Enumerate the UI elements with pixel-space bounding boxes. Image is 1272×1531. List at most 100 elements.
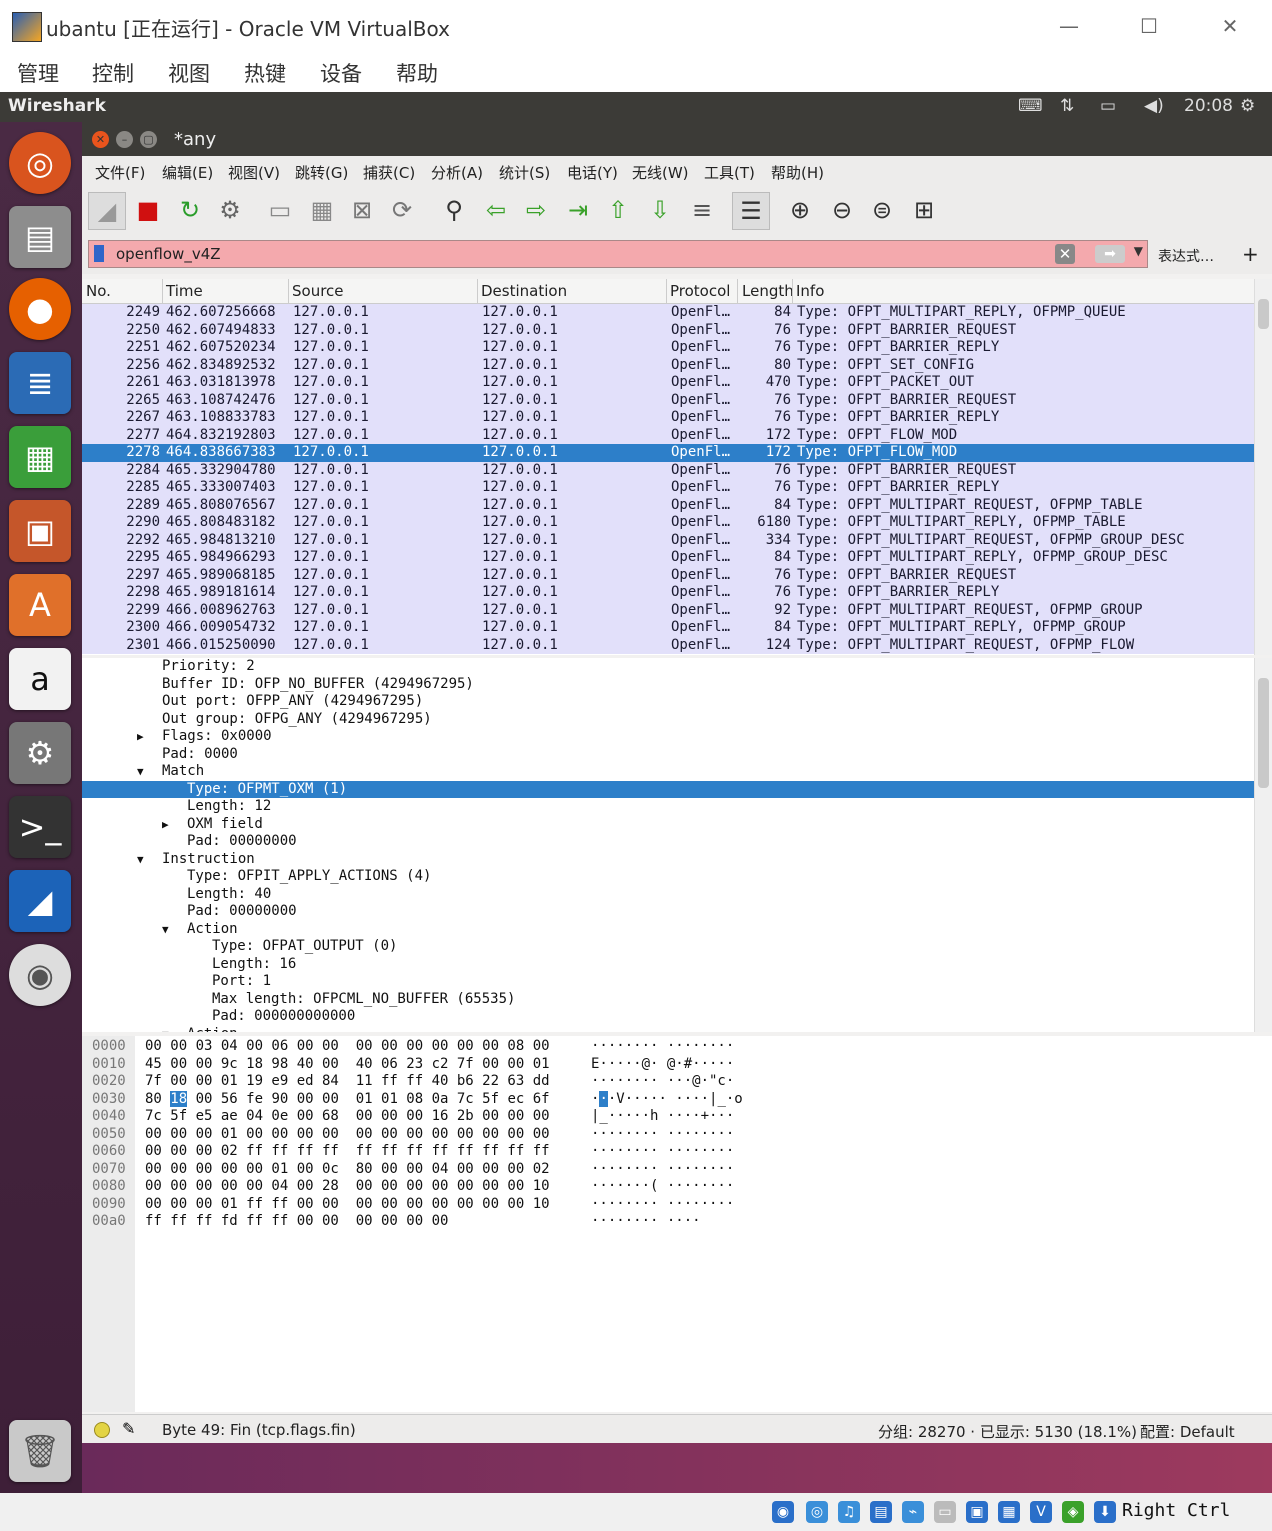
- bytes-ascii[interactable]: ·······( ········: [591, 1178, 734, 1196]
- column-protocol[interactable]: Protocol: [670, 282, 730, 300]
- ws-menu-go[interactable]: 跳转(G): [295, 162, 348, 183]
- tree-node-expandable[interactable]: ▶ OXM field: [82, 816, 1254, 834]
- ws-menu-telephony[interactable]: 电话(Y): [567, 162, 618, 183]
- tree-node[interactable]: Length: 40: [82, 886, 1254, 904]
- tree-node-expandable[interactable]: ▶ Flags: 0x0000: [82, 728, 1254, 746]
- tree-node[interactable]: Pad: 00000000: [82, 833, 1254, 851]
- bytes-hex[interactable]: 00 00 00 00 00 01 00 0c 80 00 00 04 00 0…: [145, 1161, 550, 1179]
- table-row[interactable]: 2301 466.015250090 127.0.0.1 127.0.0.1 OpenF…: [82, 636, 1254, 654]
- go-to-packet-icon[interactable]: ⇥: [560, 192, 596, 228]
- collapse-arrow-icon[interactable]: ▼: [162, 921, 169, 939]
- table-row[interactable]: 2295 465.984966293 127.0.0.1 127.0.0.1 OpenF…: [82, 549, 1254, 567]
- menu-help[interactable]: 帮助: [396, 58, 438, 88]
- table-row[interactable]: 2300 466.009054732 127.0.0.1 127.0.0.1 OpenF…: [82, 619, 1254, 637]
- table-row[interactable]: 2297 465.989068185 127.0.0.1 127.0.0.1 OpenF…: [82, 566, 1254, 584]
- column-destination[interactable]: Destination: [481, 282, 567, 300]
- menu-view[interactable]: 视图: [168, 58, 210, 88]
- bytes-hex[interactable]: 00 00 00 00 00 04 00 28 00 00 00 00 00 0…: [145, 1178, 550, 1196]
- clock[interactable]: 20:08: [1184, 96, 1233, 116]
- table-row[interactable]: 2277 464.832192803 127.0.0.1 127.0.0.1 OpenF…: [82, 426, 1254, 444]
- tree-node[interactable]: Type: OFPMT_OXM (1): [82, 780, 1254, 798]
- tree-node[interactable]: Pad: 000000000000: [82, 1008, 1254, 1026]
- mouse-integration-icon[interactable]: ◈: [1062, 1501, 1084, 1523]
- tree-node[interactable]: Type: OFPAT_OUTPUT (0): [82, 938, 1254, 956]
- find-packet-icon[interactable]: ⚲: [436, 192, 472, 228]
- volume-icon[interactable]: ◀): [1144, 96, 1164, 116]
- bytes-ascii[interactable]: ········ ········: [591, 1143, 734, 1161]
- terminal-icon[interactable]: >_: [9, 796, 71, 858]
- ws-menu-edit[interactable]: 编辑(E): [162, 162, 213, 183]
- tree-node[interactable]: Buffer ID: OFP_NO_BUFFER (4294967295): [82, 676, 1254, 694]
- tree-node-expandable[interactable]: ▼ Action: [82, 921, 1254, 939]
- ws-minimize-button[interactable]: –: [116, 131, 133, 148]
- save-file-icon[interactable]: ▦: [304, 192, 340, 228]
- zoom-out-icon[interactable]: ⊖: [824, 192, 860, 228]
- files-icon[interactable]: ▤: [9, 206, 71, 268]
- usb-icon[interactable]: ⌁: [902, 1501, 924, 1523]
- column-no[interactable]: No.: [86, 282, 111, 300]
- ws-menu-statistics[interactable]: 统计(S): [499, 162, 550, 183]
- settings-icon[interactable]: ⚙: [1240, 96, 1255, 116]
- firefox-icon[interactable]: ●: [9, 278, 71, 340]
- calc-icon[interactable]: ▦: [9, 426, 71, 488]
- table-row[interactable]: 2251 462.607520234 127.0.0.1 127.0.0.1 OpenF…: [82, 339, 1254, 357]
- table-row[interactable]: 2285 465.333007403 127.0.0.1 127.0.0.1 OpenF…: [82, 479, 1254, 497]
- bytes-hex[interactable]: 00 00 00 01 00 00 00 00 00 00 00 00 00 0…: [145, 1126, 550, 1144]
- minimize-button[interactable]: —: [1056, 14, 1082, 38]
- go-forward-icon[interactable]: ⇨: [518, 192, 554, 228]
- bytes-ascii[interactable]: ···V····· ····|_·o: [591, 1090, 743, 1109]
- bytes-hex[interactable]: 45 00 00 9c 18 98 40 00 40 06 23 c2 7f 0…: [145, 1056, 550, 1074]
- table-row[interactable]: 2267 463.108833783 127.0.0.1 127.0.0.1 OpenF…: [82, 409, 1254, 427]
- ws-menu-file[interactable]: 文件(F): [95, 162, 145, 183]
- bytes-ascii[interactable]: ········ ····: [591, 1213, 701, 1231]
- optical-drive-icon[interactable]: ◎: [806, 1501, 828, 1523]
- tree-node-expandable[interactable]: ▼ Instruction: [82, 851, 1254, 869]
- system-settings-icon[interactable]: ⚙: [9, 722, 71, 784]
- tree-node[interactable]: Out port: OFPP_ANY (4294967295): [82, 693, 1254, 711]
- autoscroll-icon[interactable]: ≡: [684, 192, 720, 228]
- go-back-icon[interactable]: ⇦: [478, 192, 514, 228]
- bytes-ascii[interactable]: ········ ········: [591, 1038, 734, 1056]
- tree-node[interactable]: Max length: OFPCML_NO_BUFFER (65535): [82, 991, 1254, 1009]
- table-row[interactable]: 2250 462.607494833 127.0.0.1 127.0.0.1 OpenF…: [82, 321, 1254, 339]
- writer-icon[interactable]: ≣: [9, 352, 71, 414]
- resize-columns-icon[interactable]: ⊞: [906, 192, 942, 228]
- expert-info-icon[interactable]: [94, 1422, 110, 1438]
- ws-maximize-button[interactable]: ▢: [140, 131, 157, 148]
- bytes-hex[interactable]: 00 00 00 01 ff ff 00 00 00 00 00 00 00 0…: [145, 1196, 550, 1214]
- profile-status[interactable]: 配置: Default: [1140, 1421, 1235, 1442]
- video-capture-icon[interactable]: ▦: [998, 1501, 1020, 1523]
- details-scrollbar[interactable]: [1254, 658, 1272, 1032]
- bytes-ascii[interactable]: E·····@· @·#·····: [591, 1056, 734, 1074]
- open-file-icon[interactable]: ▭: [262, 192, 298, 228]
- bytes-ascii[interactable]: ········ ········: [591, 1196, 734, 1214]
- battery-icon[interactable]: ▭: [1100, 96, 1116, 116]
- tree-node-expandable[interactable]: ▼ Action: [82, 1026, 1254, 1033]
- display-filter-input[interactable]: openflow_v4Z ✕ ➡ ▼: [88, 240, 1148, 268]
- tree-node[interactable]: Port: 1: [82, 973, 1254, 991]
- capture-options-icon[interactable]: ⚙: [212, 192, 248, 228]
- bytes-hex[interactable]: 00 00 00 02 ff ff ff ff ff ff ff ff ff f…: [145, 1143, 550, 1161]
- expand-arrow-icon[interactable]: ▶: [162, 816, 169, 834]
- table-row[interactable]: 2265 463.108742476 127.0.0.1 127.0.0.1 OpenF…: [82, 391, 1254, 409]
- column-info[interactable]: Info: [796, 282, 824, 300]
- packet-list-scrollbar[interactable]: [1254, 279, 1272, 655]
- bytes-hex[interactable]: 7c 5f e5 ae 04 0e 00 68 00 00 00 16 2b 0…: [145, 1108, 550, 1126]
- table-row-selected[interactable]: 2278 464.838667383 127.0.0.1 127.0.0.1 OpenF…: [82, 444, 1254, 462]
- tree-node[interactable]: Priority: 2: [82, 658, 1254, 676]
- ws-menu-help[interactable]: 帮助(H): [771, 162, 824, 183]
- bytes-hex[interactable]: 7f 00 00 01 19 e9 ed 84 11 ff ff 40 b6 2…: [145, 1073, 550, 1091]
- bytes-hex[interactable]: 00 00 03 04 00 06 00 00 00 00 00 00 00 0…: [145, 1038, 550, 1056]
- collapse-arrow-icon[interactable]: ▼: [137, 763, 144, 781]
- table-row[interactable]: 2292 465.984813210 127.0.0.1 127.0.0.1 OpenF…: [82, 531, 1254, 549]
- zoom-reset-icon[interactable]: ⊜: [864, 192, 900, 228]
- colorize-icon[interactable]: ☰: [732, 192, 770, 230]
- menu-control[interactable]: 控制: [92, 58, 134, 88]
- ws-menu-view[interactable]: 视图(V): [228, 162, 280, 183]
- table-row[interactable]: 2290 465.808483182 127.0.0.1 127.0.0.1 OpenF…: [82, 514, 1254, 532]
- network-adapter-icon[interactable]: ▤: [870, 1501, 892, 1523]
- tree-node[interactable]: Type: OFPIT_APPLY_ACTIONS (4): [82, 868, 1254, 886]
- expand-arrow-icon[interactable]: ▶: [137, 728, 144, 746]
- display-icon[interactable]: ▣: [966, 1501, 988, 1523]
- tree-node[interactable]: Pad: 0000: [82, 746, 1254, 764]
